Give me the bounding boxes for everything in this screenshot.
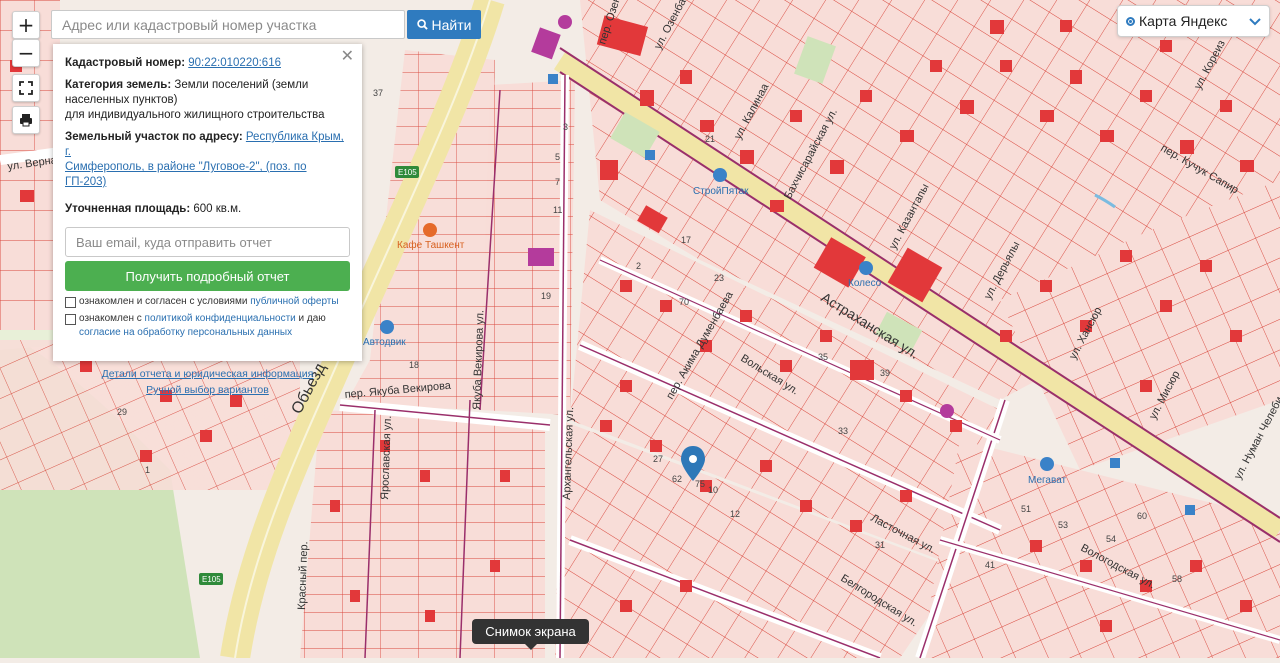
personal-data-consent-link[interactable]: согласие на обработку персональных данны… — [79, 327, 292, 338]
search-input[interactable] — [51, 10, 405, 39]
parcel-number: 51 — [1021, 504, 1031, 514]
parcel-number: 54 — [1106, 534, 1116, 544]
email-field[interactable] — [65, 227, 350, 257]
public-offer-link[interactable]: публичной оферты — [250, 296, 338, 307]
parcel-number: 58 — [1172, 574, 1182, 584]
parcel-number: 12 — [730, 509, 740, 519]
cadastral-label: Кадастровый номер: — [65, 57, 186, 69]
find-button[interactable]: Найти — [407, 10, 481, 39]
parcel-number: 75 — [695, 479, 705, 489]
parcel-number: 41 — [985, 560, 995, 570]
printer-icon — [20, 114, 32, 127]
poi-label: Автодвик — [363, 337, 406, 348]
parcel-number: 10 — [708, 485, 718, 495]
parcel-number: 11 — [553, 205, 562, 215]
area-value: 600 кв.м. — [193, 203, 242, 215]
parcel-number: 70 — [679, 297, 689, 307]
parcel-number: 1 — [145, 465, 150, 475]
parcel-number: 21 — [705, 134, 715, 144]
consent-privacy-text: ознакомлен с политикой конфиденциальност… — [79, 313, 326, 338]
chevron-down-icon — [1249, 13, 1261, 29]
parcel-number: 18 — [409, 360, 419, 370]
close-icon[interactable]: ✕ — [341, 48, 354, 64]
screenshot-tooltip: Снимок экрана — [472, 619, 589, 644]
cadastral-number-link[interactable]: 90:22:010220:616 — [188, 57, 281, 69]
parcel-number: 7 — [555, 177, 560, 187]
parcel-number: 39 — [880, 368, 890, 378]
category-label: Категория земель: — [65, 79, 172, 91]
parcel-number: 19 — [541, 291, 551, 301]
radio-icon — [1126, 16, 1135, 26]
category-value: Земли поселений (земли — [174, 79, 309, 91]
parcel-number: 5 — [555, 152, 560, 162]
poi-label: Кафе Ташкент — [397, 239, 465, 251]
parcel-number: 27 — [653, 454, 663, 464]
road-badge: E105 — [395, 166, 419, 178]
manual-selection-link[interactable]: Ручной выбор вариантов — [146, 384, 269, 396]
parcel-number: 23 — [714, 273, 724, 283]
minus-icon: − — [17, 41, 35, 65]
parcel-number: 31 — [875, 540, 885, 550]
expand-icon — [19, 81, 33, 95]
category-value: населенных пунктов) — [65, 94, 178, 106]
svg-text:E105: E105 — [202, 575, 221, 584]
privacy-checkbox[interactable] — [65, 314, 76, 325]
search-icon — [416, 19, 428, 30]
parcel-number: 33 — [838, 426, 848, 436]
parcel-number: 62 — [672, 474, 682, 484]
tooltip-arrow — [525, 644, 537, 650]
fullscreen-button[interactable] — [12, 74, 40, 102]
parcel-number: 17 — [681, 235, 691, 245]
parcel-number: 35 — [818, 352, 828, 362]
print-button[interactable] — [12, 106, 40, 134]
parcel-number: 53 — [1058, 520, 1068, 530]
privacy-policy-link[interactable]: политикой конфиденциальности — [145, 313, 296, 324]
poi-label: Колесо — [848, 278, 882, 289]
consent-offer-text: ознакомлен и согласен с условиями публич… — [79, 296, 339, 307]
area-label: Уточненная площадь: — [65, 203, 191, 215]
tooltip-text: Снимок экрана — [485, 624, 576, 639]
street-label: Красный пер. — [296, 541, 310, 610]
map-layer-select[interactable]: Карта Яндекс — [1117, 5, 1270, 37]
parcel-number: 3 — [563, 122, 568, 132]
zoom-in-button[interactable]: + — [12, 11, 40, 39]
road-badge: E105 — [199, 573, 223, 585]
parcel-info-panel: ✕ Кадастровый номер: 90:22:010220:616 Ка… — [53, 44, 362, 396]
category-value: для индивидуального жилищного строительс… — [65, 109, 325, 121]
layer-select-value: Карта Яндекс — [1139, 13, 1228, 29]
poi-label: Мегават — [1028, 475, 1067, 486]
parcel-number: 2 — [636, 261, 641, 271]
find-button-label: Найти — [431, 16, 472, 33]
poi-label: СтройПятак — [693, 186, 749, 197]
parcel-number: 29 — [117, 407, 127, 417]
report-details-link[interactable]: Детали отчета и юридическая информация — [102, 368, 314, 380]
svg-text:E105: E105 — [398, 168, 417, 177]
zoom-out-button[interactable]: − — [12, 39, 40, 67]
address-label: Земельный участок по адресу: — [65, 131, 243, 143]
offer-checkbox[interactable] — [65, 297, 76, 308]
parcel-number: 37 — [373, 88, 383, 98]
parcel-number: 60 — [1137, 511, 1147, 521]
plus-icon: + — [17, 13, 35, 37]
get-report-button[interactable]: Получить подробный отчет — [65, 261, 350, 291]
address-link[interactable]: Симферополь, в районе "Луговое-2", (поз.… — [65, 161, 307, 188]
